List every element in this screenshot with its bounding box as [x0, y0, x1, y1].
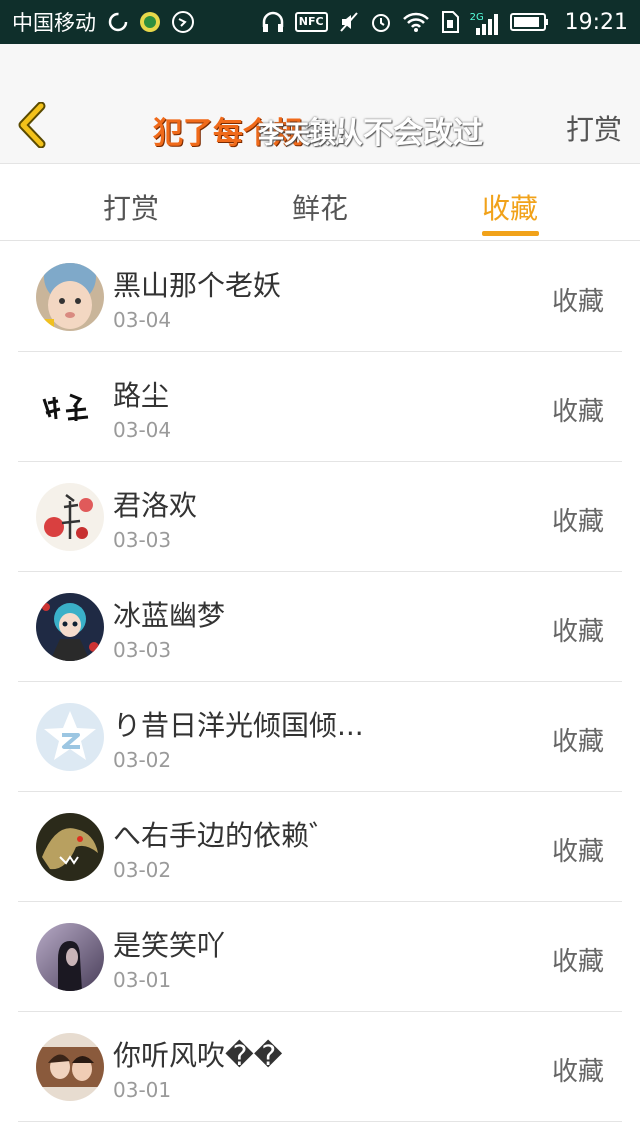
user-name: 君洛欢 — [113, 489, 198, 522]
favorite-label: 收藏 — [551, 617, 604, 647]
headset-icon — [171, 10, 195, 34]
favorite-label: 收藏 — [551, 837, 604, 867]
chevron-left-icon — [18, 102, 46, 148]
reward-button[interactable]: 打赏 — [566, 108, 622, 148]
favorite-label: 收藏 — [551, 947, 604, 977]
item-date: 03-04 — [113, 418, 172, 442]
wifi-icon — [402, 11, 430, 33]
item-date: 03-01 — [113, 1078, 172, 1102]
item-date: 03-01 — [113, 968, 172, 992]
user-name: 是笑笑吖 — [113, 929, 226, 962]
nfc-icon: NFC — [294, 12, 328, 32]
avatar — [36, 703, 104, 771]
divider — [18, 1121, 622, 1122]
alarm-icon — [370, 11, 392, 33]
item-date: 03-02 — [113, 748, 172, 772]
sim-icon — [440, 10, 460, 34]
tab-flowers[interactable]: 鲜花 — [292, 187, 348, 227]
green-circle-icon — [139, 11, 161, 33]
user-name: 你听风吹�� — [113, 1039, 283, 1072]
favorite-label: 收藏 — [551, 1057, 604, 1087]
active-tab-indicator — [482, 231, 539, 236]
user-name: 路尘 — [113, 379, 170, 412]
avatar — [36, 1033, 104, 1101]
sync-icon — [107, 11, 129, 33]
tab-favorites[interactable]: 收藏 — [482, 187, 538, 227]
avatar — [36, 813, 104, 881]
headphones-icon — [261, 11, 285, 33]
item-date: 03-04 — [113, 308, 172, 332]
list-item[interactable]: 冰蓝幽梦 03-03 收藏 — [0, 572, 640, 682]
battery-icon — [509, 11, 550, 33]
list-item[interactable]: 你听风吹�� 03-01 收藏 — [0, 1012, 640, 1122]
list-item[interactable]: 是笑笑吖 03-01 收藏 — [0, 902, 640, 1012]
carrier-label: 中国移动 — [12, 11, 96, 35]
clock: 19:21 — [564, 9, 628, 35]
tab-reward[interactable]: 打赏 — [103, 187, 159, 227]
avatar — [36, 263, 104, 331]
user-name: 黑山那个老妖 — [113, 269, 282, 302]
favorite-label: 收藏 — [551, 397, 604, 427]
mute-icon — [338, 11, 360, 33]
list-item[interactable]: り昔日洋光倾国倾... 03-02 收藏 — [0, 682, 640, 792]
page-subtitle: 李天琪: — [258, 120, 347, 150]
item-date: 03-03 — [113, 528, 172, 552]
avatar — [36, 373, 104, 441]
list-item[interactable]: 君洛欢 03-03 收藏 — [0, 462, 640, 572]
list-item[interactable]: へ右手边的依赖゛ 03-02 收藏 — [0, 792, 640, 902]
favorite-label: 收藏 — [551, 727, 604, 757]
favorite-label: 收藏 — [551, 287, 604, 317]
list-item[interactable]: 黑山那个老妖 03-04 收藏 — [0, 242, 640, 352]
signal-icon: 2G — [470, 7, 500, 37]
user-name: へ右手边的依赖゛ — [113, 819, 338, 852]
tab-bar: 打赏 鲜花 收藏 — [0, 165, 640, 241]
back-button[interactable] — [12, 100, 54, 150]
user-name: 冰蓝幽梦 — [113, 599, 226, 632]
favorite-label: 收藏 — [551, 507, 604, 537]
avatar — [36, 593, 104, 661]
list-item[interactable]: 路尘 03-04 收藏 — [0, 352, 640, 462]
avatar — [36, 923, 104, 991]
status-bar: 中国移动 NFC 2G 19:21 — [0, 0, 640, 44]
favorites-list: 黑山那个老妖 03-04 收藏 路尘 03-04 收藏 君洛欢 03-03 收藏… — [0, 242, 640, 1122]
avatar — [36, 483, 104, 551]
user-name: り昔日洋光倾国倾... — [113, 709, 364, 742]
item-date: 03-02 — [113, 858, 172, 882]
item-date: 03-03 — [113, 638, 172, 662]
